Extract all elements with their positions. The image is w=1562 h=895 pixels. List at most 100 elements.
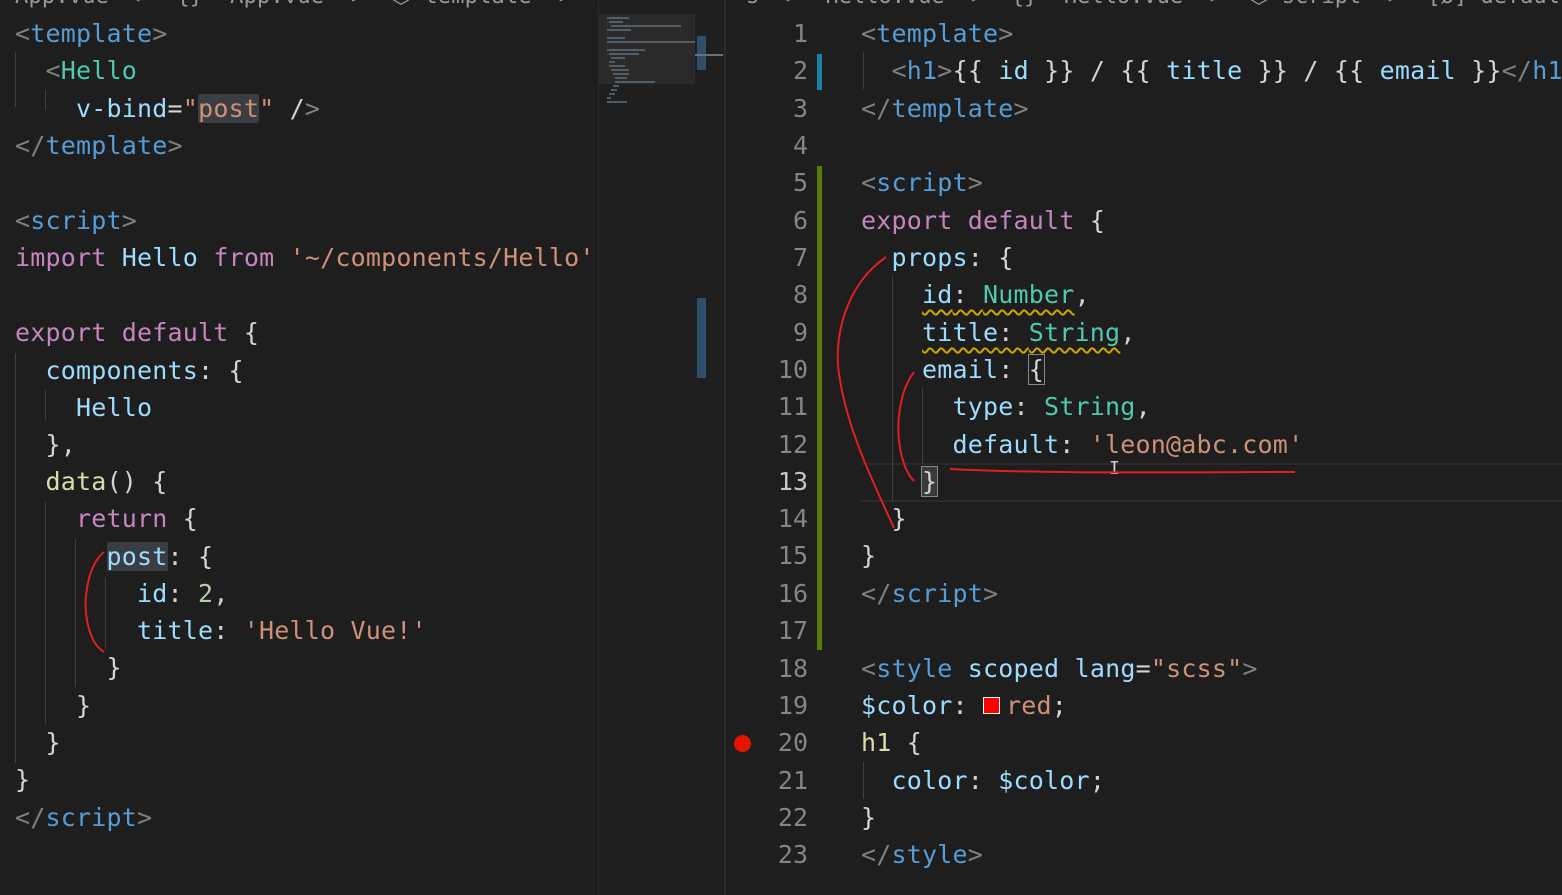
mustache-title: title [1166, 56, 1243, 85]
code-line-14[interactable]: } [861, 500, 907, 537]
tag-template: template [876, 19, 999, 48]
minimap-line [613, 85, 619, 87]
left-code-area[interactable]: App.vue > {} App.vue > ⬡ template > ⬡ He… [15, 0, 594, 895]
code-line-16[interactable]: id: 2, [15, 575, 229, 612]
code-line-14[interactable]: return { [15, 500, 198, 537]
code-line-9[interactable]: title: String, [861, 314, 1136, 351]
mustache-email: email [1379, 56, 1456, 85]
tag-style-close: style [891, 840, 968, 869]
line-number[interactable]: 9 [726, 314, 808, 351]
code-line-19[interactable]: $color: red; [861, 687, 1067, 724]
scrollbar-thumb[interactable] [697, 36, 706, 70]
code-line-11[interactable]: Hello [15, 389, 152, 426]
line-number[interactable]: 21 [726, 762, 808, 799]
code-line-20[interactable]: h1 { [861, 724, 922, 761]
added-lines-marker[interactable] [817, 166, 822, 650]
code-line-16[interactable]: </script> [861, 575, 998, 612]
line-number[interactable]: 6 [726, 202, 808, 239]
code-line-2[interactable]: <h1>{{ id }} / {{ title }} / {{ email }}… [861, 52, 1562, 89]
code-line-12[interactable]: default: 'leon@abc.com' [861, 426, 1304, 463]
code-line-3[interactable]: </template> [861, 90, 1029, 127]
attr-lang: lang [1074, 654, 1136, 683]
code-line-4[interactable]: </template> [15, 127, 183, 164]
line-number[interactable]: 3 [726, 90, 808, 127]
code-line-15[interactable]: post: { [15, 538, 213, 575]
code-line-3[interactable]: v-bind="post" /> [15, 90, 320, 127]
modified-line-marker[interactable] [817, 54, 822, 90]
code-line-6[interactable]: <script> [15, 202, 137, 239]
key-title: title [137, 616, 214, 645]
line-number[interactable]: 18 [726, 650, 808, 687]
code-line-17[interactable]: title: 'Hello Vue!' [15, 612, 427, 649]
code-line-21[interactable]: } [15, 761, 30, 798]
minimap-line [609, 65, 625, 67]
code-line-10[interactable]: email: { [861, 351, 1046, 388]
scss-variable-color: $color [861, 691, 953, 720]
line-number[interactable]: 7 [726, 239, 808, 276]
line-number[interactable]: 16 [726, 575, 808, 612]
line-number[interactable]: 8 [726, 276, 808, 313]
right-code-area[interactable]: <template> <h1>{{ id }} / {{ title }} / … [861, 0, 1562, 869]
line-number[interactable]: 4 [726, 127, 808, 164]
line-number[interactable]: 1 [726, 15, 808, 52]
code-line-6[interactable]: export default { [861, 202, 1105, 239]
line-number-active[interactable]: 13 [726, 463, 808, 500]
text-cursor-icon: I [1109, 458, 1120, 479]
key-title: title [922, 318, 999, 347]
code-line-5[interactable]: <script> [861, 164, 983, 201]
tag-template: template [30, 19, 153, 48]
code-line-10[interactable]: components: { [15, 352, 244, 389]
code-line-22[interactable]: } [861, 799, 876, 836]
code-line-18[interactable]: } [15, 649, 122, 686]
code-line-20[interactable]: } [15, 724, 61, 761]
tag-script-close: script [891, 579, 984, 608]
color-swatch-icon[interactable] [983, 696, 1001, 714]
code-line-1[interactable]: <template> [861, 15, 1014, 52]
minimap-line [607, 41, 695, 43]
attr-v-bind: v-bind [76, 94, 168, 123]
key-type: type [952, 392, 1014, 421]
tag-template-close: template [891, 94, 1014, 123]
code-line-9[interactable]: export default { [15, 314, 259, 351]
code-line-7[interactable]: import Hello from '~/components/Hello' [15, 239, 595, 276]
scrollbar-thumb-overview[interactable] [697, 298, 706, 378]
code-line-23[interactable]: </style> [861, 836, 983, 873]
left-breadcrumb[interactable]: App.vue > {} App.vue > ⬡ template > ⬡ He… [15, 0, 598, 9]
code-line-7[interactable]: props: { [861, 239, 1014, 276]
line-number[interactable]: 15 [726, 537, 808, 574]
minimap-line [607, 29, 631, 31]
code-line-15[interactable]: } [861, 537, 876, 574]
line-number[interactable]: 22 [726, 799, 808, 836]
line-number[interactable]: 10 [726, 351, 808, 388]
code-line-8[interactable]: id: Number, [861, 276, 1090, 313]
line-number[interactable]: 23 [726, 836, 808, 873]
code-line-13[interactable]: } [861, 463, 939, 500]
left-minimap[interactable] [598, 0, 727, 895]
key-default: default [952, 430, 1060, 459]
minimap-line [609, 53, 639, 55]
minimap-line [607, 101, 627, 103]
line-number[interactable]: 2 [726, 52, 808, 89]
right-editor-pane[interactable]: s > Hello.vue > {} Hello.vue > ⬡ script … [726, 0, 1562, 895]
code-line-22[interactable]: </script> [15, 799, 152, 836]
code-line-2[interactable]: <Hello [15, 52, 137, 89]
code-line-13[interactable]: data() { [15, 463, 168, 500]
code-line-1[interactable]: <template> [15, 15, 168, 52]
code-line-19[interactable]: } [15, 687, 91, 724]
breakpoint-icon[interactable] [734, 735, 751, 752]
tag-script-close: script [45, 803, 138, 832]
line-number[interactable]: 17 [726, 612, 808, 649]
keyword-default: default [967, 206, 1075, 235]
code-line-12[interactable]: }, [15, 426, 76, 463]
line-number[interactable]: 19 [726, 687, 808, 724]
code-line-11[interactable]: type: String, [861, 388, 1151, 425]
line-number[interactable]: 5 [726, 164, 808, 201]
left-editor-pane[interactable]: App.vue > {} App.vue > ⬡ template > ⬡ He… [0, 0, 598, 895]
minimap-line [615, 81, 655, 83]
minimap-line [609, 21, 623, 23]
line-number[interactable]: 12 [726, 426, 808, 463]
line-number[interactable]: 11 [726, 388, 808, 425]
code-line-18[interactable]: <style scoped lang="scss"> [861, 650, 1258, 687]
code-line-21[interactable]: color: $color; [861, 762, 1105, 799]
line-number[interactable]: 14 [726, 500, 808, 537]
